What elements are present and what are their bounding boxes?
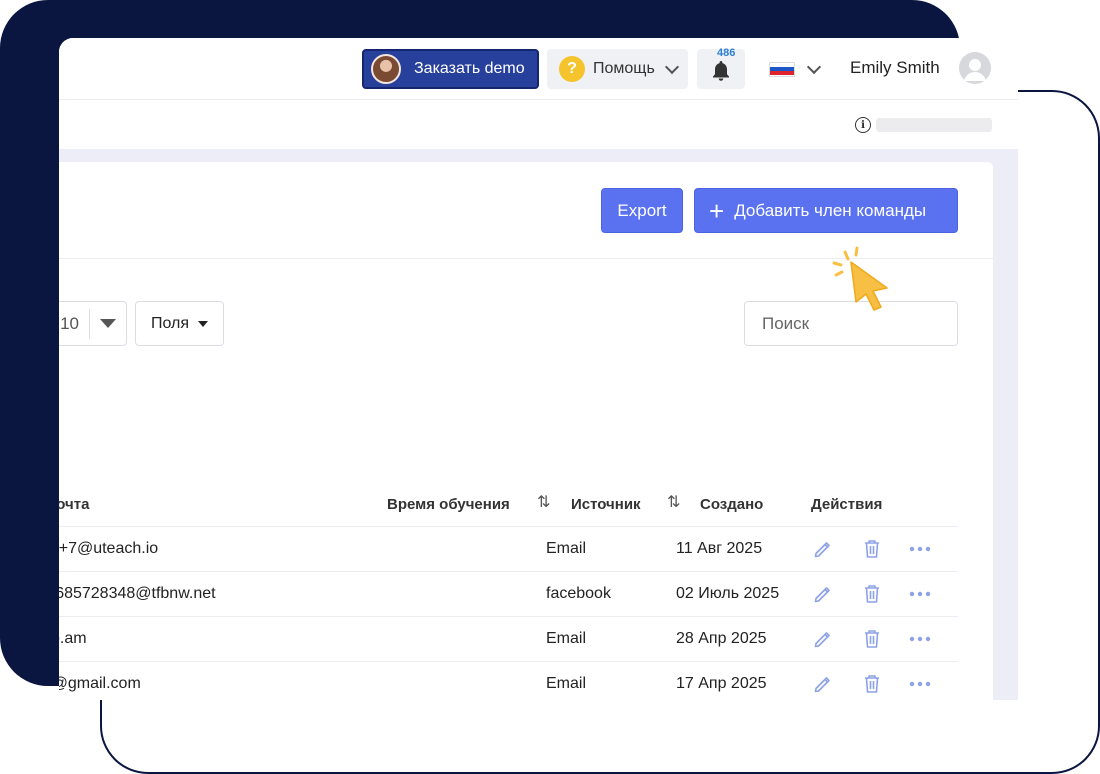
team-members-card: Export + Добавить член команды 10 Поля Э…: [59, 162, 993, 700]
table-row: narine@scaleup.am Email 28 Апр 2025: [59, 617, 958, 662]
trash-icon[interactable]: [862, 538, 882, 560]
cell-email: anna.mazikyan@gmail.com: [59, 675, 141, 692]
book-demo-button[interactable]: Заказать demo: [362, 49, 539, 89]
cell-created: 11 Авг 2025: [676, 540, 763, 557]
russia-flag-icon: [769, 61, 795, 77]
trash-icon[interactable]: [862, 673, 882, 695]
column-header-email[interactable]: Эл. почта: [59, 496, 89, 513]
cell-created: 17 Апр 2025: [676, 675, 767, 692]
user-silhouette-icon: [964, 59, 986, 81]
edit-icon[interactable]: [812, 538, 834, 560]
column-header-source[interactable]: Источник: [571, 496, 641, 513]
top-header: Заказать demo ? Помощь 486 Emily Smith: [59, 38, 1018, 100]
edit-icon[interactable]: [812, 583, 834, 605]
book-demo-label: Заказать demo: [414, 60, 525, 77]
help-label: Помощь: [593, 60, 655, 77]
cell-source: facebook: [546, 585, 611, 602]
language-selector[interactable]: [769, 56, 822, 82]
cell-created: 02 Июль 2025: [676, 585, 780, 602]
notifications-count: 486: [717, 47, 736, 59]
more-options-icon[interactable]: [909, 590, 931, 598]
trash-icon[interactable]: [862, 628, 882, 650]
sort-icon[interactable]: ⇅: [667, 492, 680, 512]
hand-pointer-cursor-icon: [832, 246, 888, 311]
chevron-down-icon: [664, 59, 679, 74]
user-avatar[interactable]: [959, 52, 991, 84]
more-options-icon[interactable]: [909, 680, 931, 688]
table-row: hayk.margaryan+7@uteach.io Email 11 Авг …: [59, 527, 958, 572]
info-placeholder-bar: [876, 118, 992, 132]
help-button[interactable]: ? Помощь: [547, 49, 688, 89]
app-window: Заказать demo ? Помощь 486 Emily Smith i…: [59, 38, 1018, 700]
add-team-member-label: Добавить член команды: [734, 200, 927, 220]
column-header-training-time[interactable]: Время обучения: [387, 496, 510, 513]
edit-icon[interactable]: [812, 628, 834, 650]
bell-icon: [713, 61, 729, 81]
info-icon[interactable]: i: [855, 117, 871, 133]
cell-email: cyfnnabhyolk_1685728348@tfbnw.net: [59, 585, 216, 602]
sub-header: i: [59, 101, 1018, 149]
cell-created: 28 Апр 2025: [676, 630, 767, 647]
add-team-member-button[interactable]: + Добавить член команды: [694, 188, 958, 233]
plus-icon: +: [709, 195, 725, 226]
cell-email: narine@scaleup.am: [59, 630, 87, 647]
caret-down-icon: [198, 320, 209, 327]
demo-avatar: [371, 54, 401, 84]
fields-label: Поля: [150, 314, 190, 332]
export-label: Export: [617, 200, 667, 220]
export-button[interactable]: Export: [601, 188, 683, 233]
cell-source: Email: [546, 675, 587, 692]
column-header-actions: Действия: [811, 496, 883, 513]
caret-down-icon: [100, 319, 116, 328]
table-row: anna.mazikyan@gmail.com Email 17 Апр 202…: [59, 662, 958, 700]
cell-source: Email: [546, 630, 587, 647]
trash-icon[interactable]: [862, 583, 882, 605]
more-options-icon[interactable]: [909, 635, 931, 643]
per-page-select[interactable]: 10: [59, 301, 127, 346]
edit-icon[interactable]: [812, 673, 834, 695]
column-header-created[interactable]: Создано: [700, 496, 763, 513]
sort-icon[interactable]: ⇅: [537, 492, 550, 512]
notifications-button[interactable]: 486: [697, 47, 745, 89]
chevron-down-icon: [806, 59, 822, 74]
cell-source: Email: [546, 540, 587, 557]
cell-email: hayk.margaryan+7@uteach.io: [59, 540, 159, 557]
more-options-icon[interactable]: [909, 545, 931, 553]
per-page-value: 10: [59, 308, 90, 339]
user-name[interactable]: Emily Smith: [850, 58, 940, 78]
question-icon: ?: [559, 56, 585, 82]
table-row: cyfnnabhyolk_1685728348@tfbnw.net facebo…: [59, 572, 958, 617]
fields-dropdown-button[interactable]: Поля: [135, 301, 224, 346]
